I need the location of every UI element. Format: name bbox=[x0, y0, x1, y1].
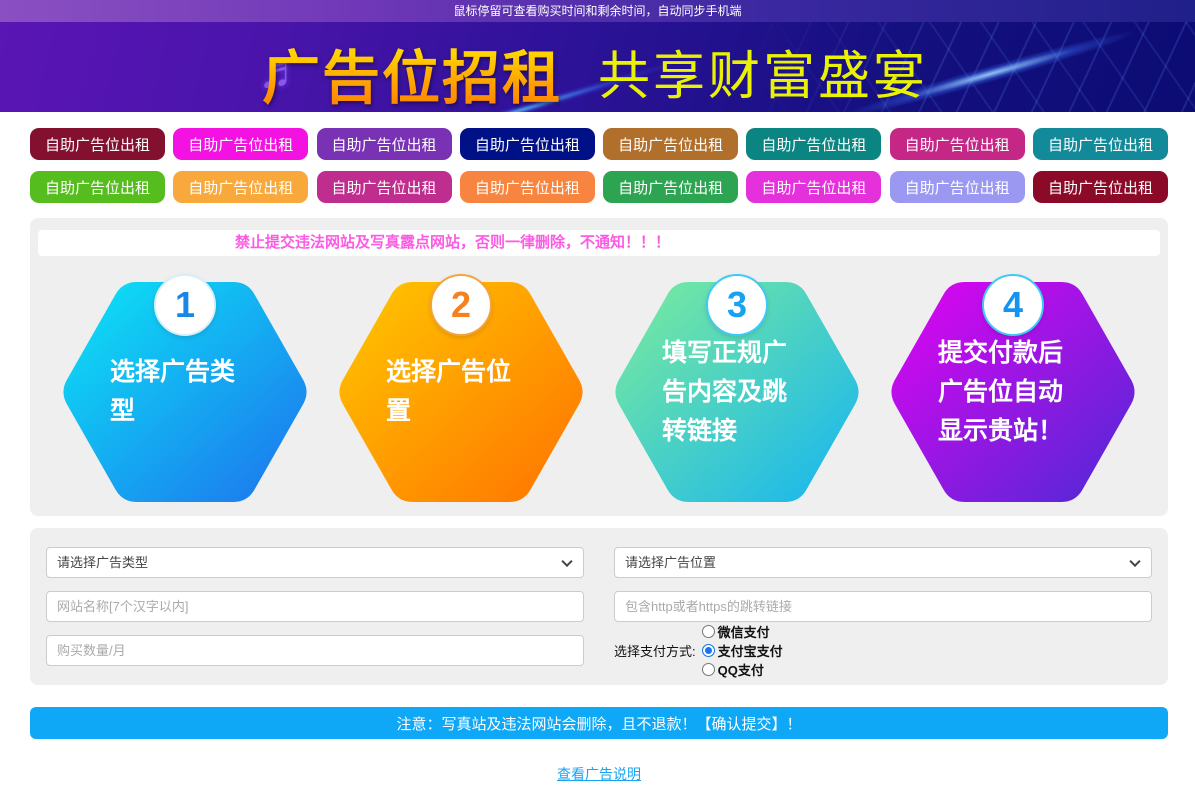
ad-slot-button[interactable]: 自助广告位出租 bbox=[30, 128, 165, 160]
ad-slot-button[interactable]: 自助广告位出租 bbox=[746, 171, 882, 203]
payment-option-label: 支付宝支付 bbox=[717, 644, 783, 659]
site-name-input[interactable] bbox=[46, 591, 584, 622]
ad-slot-button[interactable]: 自助广告位出租 bbox=[746, 128, 882, 160]
ad-info-link[interactable]: 查看广告说明 bbox=[557, 766, 641, 782]
step-number-badge: 1 bbox=[154, 274, 216, 336]
payment-method-label: 选择支付方式: bbox=[614, 644, 696, 659]
ad-slot-button[interactable]: 自助广告位出租 bbox=[459, 171, 595, 203]
ad-slot-button[interactable]: 自助广告位出租 bbox=[173, 128, 309, 160]
ad-slot-button[interactable]: 自助广告位出租 bbox=[889, 171, 1025, 203]
ad-type-select[interactable]: 请选择广告类型 bbox=[46, 547, 584, 578]
steps-row: 1 选择广告类型 2 选择广告位置 3 填写正规广告内容及跳转链接 4 提交付款后广告位自动显… bbox=[38, 274, 1160, 502]
step-card: 4 提交付款后广告位自动显示贵站！ bbox=[888, 274, 1138, 502]
order-form: 请选择广告类型 请选择广告位置 选择支付方式: 微信支付支付宝支付 QQ支付 bbox=[30, 528, 1168, 685]
ad-slot-button[interactable]: 自助广告位出租 bbox=[1032, 171, 1168, 203]
radio-icon[interactable] bbox=[701, 663, 715, 676]
ad-slot-button[interactable]: 自助广告位出租 bbox=[459, 128, 595, 160]
radio-icon[interactable] bbox=[701, 625, 715, 638]
status-text: 鼠标停留可查看购买时间和剩余时间，自动同步手机端 bbox=[453, 4, 742, 18]
ad-slot-row-1: 自助广告位出租 自助广告位出租 自助广告位出租 自助广告位出租 自助广告位出租 自助广告位… bbox=[30, 128, 1168, 160]
step-card: 2 选择广告位置 bbox=[336, 274, 586, 502]
ad-slot-row-2: 自助广告位出租 自助广告位出租 自助广告位出租 自助广告位出租 自助广告位出租 自助广告位… bbox=[30, 171, 1168, 203]
status-bar: 鼠标停留可查看购买时间和剩余时间，自动同步手机端 bbox=[0, 0, 1195, 22]
ad-position-select[interactable]: 请选择广告位置 bbox=[614, 547, 1152, 578]
payment-option[interactable]: QQ支付 bbox=[701, 660, 783, 679]
ad-slot-button[interactable]: 自助广告位出租 bbox=[316, 128, 452, 160]
step-card: 1 选择广告类型 bbox=[60, 274, 310, 502]
step-number-badge: 3 bbox=[706, 274, 768, 336]
payment-method-row: 选择支付方式: 微信支付支付宝支付 QQ支付 bbox=[614, 625, 1152, 678]
ad-slot-button[interactable]: 自助广告位出租 bbox=[889, 128, 1025, 160]
payment-options: 微信支付支付宝支付 QQ支付 bbox=[696, 622, 783, 679]
banner-title: 广告位招租 bbox=[262, 46, 563, 111]
submit-notice-bar[interactable]: 注意：写真站及违法网站会删除，且不退款！【确认提交】！ bbox=[30, 707, 1168, 739]
ad-slot-button[interactable]: 自助广告位出租 bbox=[603, 171, 739, 203]
step-number-badge: 4 bbox=[982, 274, 1044, 336]
chevron-down-icon bbox=[561, 555, 573, 567]
ad-slot-button[interactable]: 自助广告位出租 bbox=[30, 171, 165, 203]
step-card: 3 填写正规广告内容及跳转链接 bbox=[612, 274, 862, 502]
quantity-input[interactable] bbox=[46, 635, 584, 666]
ad-slot-button[interactable]: 自助广告位出租 bbox=[173, 171, 309, 203]
payment-option-label: 微信支付 bbox=[717, 625, 770, 640]
footer: 查看广告说明 bbox=[30, 764, 1168, 784]
banner-slogan: 共享财富盛宴 bbox=[598, 48, 929, 106]
ad-slot-button[interactable]: 自助广告位出租 bbox=[1032, 128, 1168, 160]
ad-position-select-value: 请选择广告位置 bbox=[625, 555, 717, 570]
radio-icon[interactable] bbox=[701, 644, 715, 657]
submit-notice-text: 注意：写真站及违法网站会删除，且不退款！【确认提交】！ bbox=[396, 715, 802, 733]
payment-option[interactable]: 支付宝支付 bbox=[701, 641, 783, 660]
ad-slot-button[interactable]: 自助广告位出租 bbox=[603, 128, 739, 160]
payment-option-label: QQ支付 bbox=[717, 663, 764, 678]
step-number-badge: 2 bbox=[430, 274, 492, 336]
warning-text: 禁止提交违法网站及写真露点网站，否则一律删除，不通知！！！ bbox=[235, 234, 671, 251]
ad-type-select-value: 请选择广告类型 bbox=[57, 555, 149, 570]
steps-section: 禁止提交违法网站及写真露点网站，否则一律删除，不通知！！！ 1 选择广告类型 2 选择… bbox=[30, 218, 1168, 516]
redirect-url-input[interactable] bbox=[614, 591, 1152, 622]
banner: ♬ 广告位招租 共享财富盛宴 bbox=[0, 22, 1195, 112]
warning-banner: 禁止提交违法网站及写真露点网站，否则一律删除，不通知！！！ bbox=[38, 230, 1160, 256]
chevron-down-icon bbox=[1129, 555, 1141, 567]
ad-slot-button[interactable]: 自助广告位出租 bbox=[316, 171, 452, 203]
payment-option[interactable]: 微信支付 bbox=[701, 622, 783, 641]
